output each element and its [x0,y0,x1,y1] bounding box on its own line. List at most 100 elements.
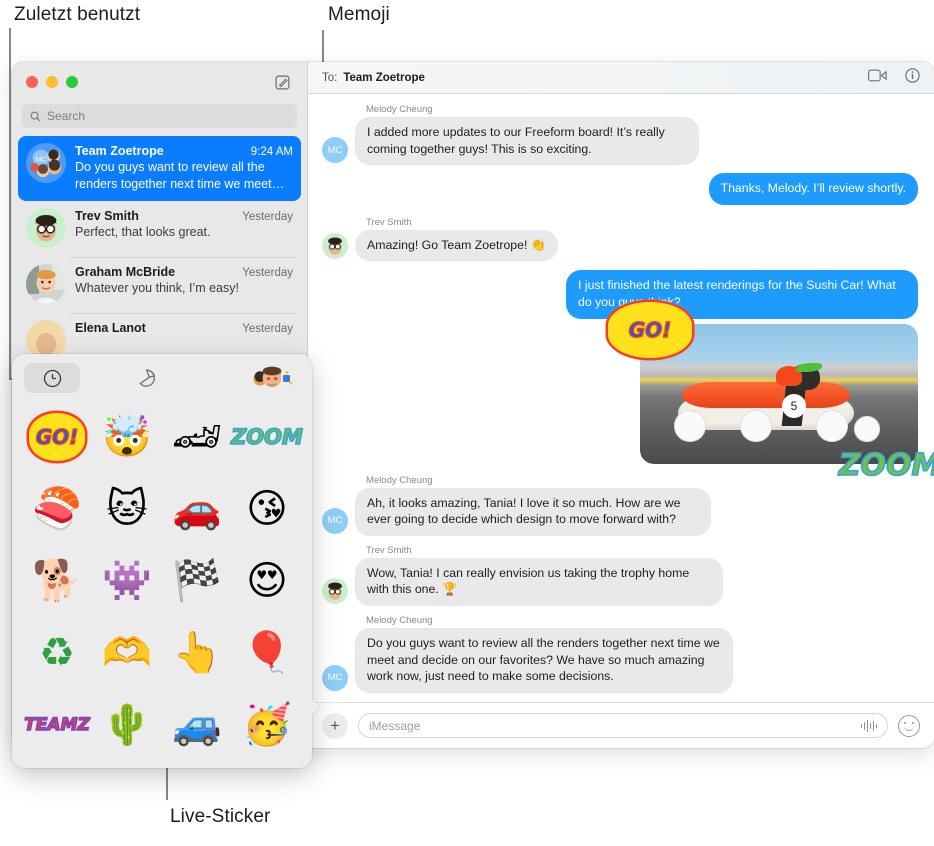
message-bubble[interactable]: Thanks, Melody. I’ll review shortly. [708,173,923,205]
wheel [816,409,848,442]
contact-avatar [26,264,66,305]
sticker-cell-heart-hands[interactable]: 🫶 [92,618,162,688]
leader-line-recents-vertical [9,28,11,378]
zoom-sticker[interactable]: ZOOM [838,442,934,490]
sticker-cell-hot-air-balloon[interactable]: 🎈 [232,618,302,688]
callout-label-live-sticker: Live-Sticker [170,806,271,827]
facetime-video-button[interactable] [868,69,887,87]
message-bubble[interactable]: Ah, it looks amazing, Tania! I love it s… [351,487,711,536]
checkered-flag-sticker: 🏁 [172,558,222,604]
sticker-cell-memoji-kiss[interactable]: 😘 [232,474,302,544]
sticker-cell-mind-blown[interactable]: 🤯 [92,402,162,472]
memoji-party-horn-sticker: 🥳 [242,702,292,748]
message-bubble[interactable]: Wow, Tania! I can really envision us tak… [351,557,723,607]
callout-label-memoji: Memoji [328,4,390,25]
conversation-text: Graham McBride Yesterday Whatever you th… [75,264,293,304]
message-input-bar: + iMessage [308,702,934,748]
message-input[interactable]: iMessage [358,713,888,738]
conversation-item-team-zoetrope[interactable]: MC Team Zoetrope 9:24 AM Do you guys wan… [18,136,301,202]
salmon-topping [682,381,850,408]
conversation-item-trev-smith[interactable]: Trev Smith Yesterday Perfect, that looks… [18,201,301,257]
conversation-name: Elena Lanot [75,321,146,336]
sticker-cell-recycle[interactable]: ♻ [22,618,92,688]
conversation-time: Yesterday [242,211,293,224]
race-car-sticker: 🏎 [171,414,223,460]
conversation-info-button[interactable] [905,67,920,88]
message-column: Melody Cheung Do you guys want to review… [351,613,733,693]
sticker-cell-teamz[interactable]: TEAMZ [22,690,92,760]
memoji-mind-blown-sticker: 🤯 [102,414,152,460]
search-placeholder: Search [47,109,86,123]
grumpy-cat-sticker: 🐱 [106,486,148,532]
sticker-cell-cactus[interactable]: 🌵 [92,690,162,760]
search-input[interactable]: Search [22,104,297,128]
contact-avatar [322,577,348,604]
message-bubble[interactable]: Amazing! Go Team Zoetrope! 👏 [350,229,559,262]
memoji-avatar-icon [322,577,348,604]
popup-pointer-tail [311,698,320,716]
callout-label-recents: Zuletzt benutzt [14,4,141,25]
emoji-picker-button[interactable] [898,714,920,737]
message-sender: Melody Cheung [366,474,433,486]
sticker-peel-icon [139,368,155,387]
sticker-cell-go[interactable]: GO! [22,402,92,472]
recipient-name[interactable]: Team Zoetrope [343,72,425,84]
sticker-cell-checkered-flag[interactable]: 🏁 [162,546,232,616]
attachment-row: 5 GO! ZOOM [322,301,934,484]
sticker-cell-heart-eyes[interactable]: 😍 [232,546,302,616]
cactus-sticker: 🌵 [102,702,152,748]
message-thread[interactable]: MC Melody Cheung I added more updates to… [308,94,934,702]
tab-memoji[interactable] [244,363,300,393]
hot-air-balloon-sticker: 🎈 [242,630,292,676]
tab-live-stickers[interactable] [118,363,174,393]
sticker-cell-flaming-car[interactable]: 🚗 [162,474,232,544]
conversation-item-graham-mcbride[interactable]: Graham McBride Yesterday Whatever you th… [18,257,301,313]
conversation-time: 9:24 AM [250,146,293,158]
contact-avatar [322,233,348,260]
tab-recents[interactable] [24,363,80,393]
message-sender: Melody Cheung [366,614,433,626]
avatar-initials: MC [322,137,348,164]
zoom-sticker-text: ZOOM [838,447,934,484]
message-bubble[interactable]: I added more updates to our Freeform boa… [351,117,699,166]
smiley-mouth-icon [903,726,914,731]
message-sender: Trev Smith [366,544,412,556]
memoji-avatar-icon [26,208,66,249]
sticker-cell-sushi[interactable]: 🍣 [22,474,92,544]
dog-sunglasses-sticker: 🐕 [32,558,82,604]
conversation-header: To: Team Zoetrope [308,62,934,94]
avatar-initials-text: MC [327,672,343,684]
sticker-cell-race-car[interactable]: 🏎 [162,402,232,472]
add-attachment-button[interactable]: + [322,712,348,739]
go-sticker-text: GO! [608,301,692,358]
conversation-time: Yesterday [242,323,293,336]
message-row: Trev Smith Amazing! Go Team Zoetrope! 👏 [322,215,918,262]
sticker-cell-party-horn[interactable]: 🥳 [232,690,302,760]
conversation-preview: Do you guys want to review all the rende… [75,160,285,191]
compose-pencil-square-icon [275,75,289,89]
foam-finger-sticker: 👆 [172,630,222,676]
memoji-kiss-sticker: 😘 [246,486,288,532]
video-camera-icon [868,69,887,81]
minimize-button[interactable] [46,76,58,88]
message-bubble[interactable]: Do you guys want to review all the rende… [351,627,733,693]
sticker-grid[interactable]: GO! 🤯 🏎 ZOOM 🍣 🐱 🚗 😘 🐕 👾 🏁 😍 ♻ 🫶 👆 🎈 TEA… [12,402,312,760]
sticker-cell-zoom[interactable]: ZOOM [230,402,303,472]
image-attachment[interactable]: 5 GO! ZOOM [608,301,934,484]
sticker-cell-dog[interactable]: 🐕 [22,546,92,616]
sticker-cell-foam-finger[interactable]: 👆 [162,618,232,688]
go-sticker[interactable]: GO! [608,301,692,358]
compose-message-button[interactable] [271,71,293,93]
sticker-cell-blue-car[interactable]: 🚙 [162,690,232,760]
avatar-initials-text: MC [327,144,343,156]
audio-waveform-icon[interactable] [860,719,877,732]
sticker-cell-cat[interactable]: 🐱 [92,474,162,544]
message-row: MC Melody Cheung Ah, it looks amazing, T… [322,473,918,536]
close-button[interactable] [26,76,38,88]
zoom-button[interactable] [66,76,78,88]
sticker-cell-monster[interactable]: 👾 [92,546,162,616]
message-column: Melody Cheung Ah, it looks amazing, Tani… [351,473,711,536]
message-row: MC Melody Cheung I added more updates to… [322,102,918,166]
sticker-picker-tabs [12,354,312,402]
blue-car-sticker: 🚙 [172,702,222,748]
